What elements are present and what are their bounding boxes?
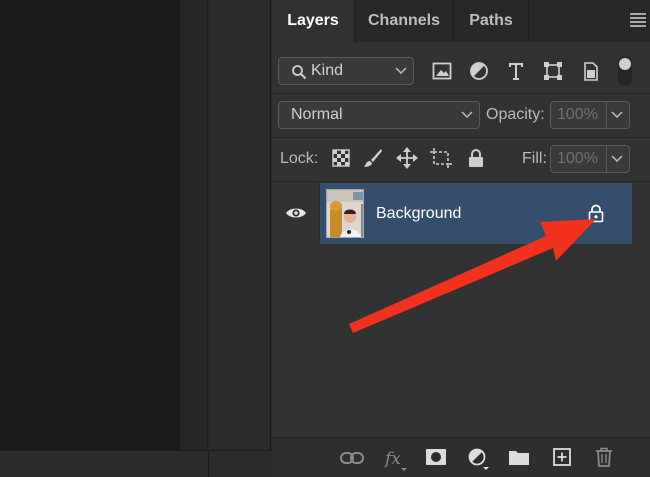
layers-panel-footer: fx — [272, 437, 650, 477]
lock-all-icon[interactable] — [468, 148, 484, 168]
panel-tabs: Layers Channels Paths — [272, 0, 650, 42]
fill-label: Fill: — [522, 150, 547, 167]
lock-label: Lock: — [280, 150, 319, 167]
panel-gutter — [209, 0, 271, 477]
shape-filter-icon[interactable] — [543, 61, 563, 81]
lock-image-pixels-brush-icon[interactable] — [363, 147, 383, 169]
tab-layers[interactable]: Layers — [272, 0, 354, 42]
chevron-down-icon — [461, 111, 473, 119]
layer-lock-icon[interactable] — [588, 204, 604, 223]
filter-kind-label: Kind — [311, 62, 344, 79]
canvas-edge — [180, 0, 208, 450]
eye-icon[interactable] — [285, 206, 307, 220]
link-layers-icon[interactable] — [340, 451, 364, 465]
opacity-field[interactable]: 100% — [550, 101, 630, 129]
trash-icon[interactable] — [595, 447, 613, 467]
search-icon — [292, 65, 307, 80]
layer-mask-icon[interactable] — [426, 449, 446, 465]
layers-panel: Layers Channels Paths Kind Normal Opacit… — [272, 0, 650, 477]
canvas-area[interactable] — [0, 0, 180, 450]
lock-position-move-icon[interactable] — [396, 147, 418, 169]
lock-transparent-pixels-icon[interactable] — [332, 149, 350, 167]
filter-toggle-switch[interactable] — [618, 56, 632, 86]
blend-mode-select[interactable]: Normal — [278, 101, 480, 129]
tab-channels[interactable]: Channels — [355, 0, 453, 42]
type-filter-icon[interactable] — [507, 61, 525, 81]
new-layer-icon[interactable] — [553, 448, 571, 466]
smart-object-filter-icon[interactable] — [583, 60, 599, 82]
layer-thumbnail — [326, 189, 364, 238]
layer-visibility-cell[interactable] — [272, 183, 320, 244]
opacity-label: Opacity: — [486, 106, 545, 123]
adjustment-layer-icon[interactable] — [468, 447, 492, 471]
filter-kind-select[interactable]: Kind — [278, 57, 414, 85]
opacity-value: 100% — [557, 106, 598, 123]
tab-paths[interactable]: Paths — [454, 0, 528, 42]
blend-mode-value: Normal — [291, 106, 343, 123]
image-filter-icon[interactable] — [432, 62, 452, 80]
adjustment-filter-icon[interactable] — [469, 61, 489, 81]
fill-field[interactable]: 100% — [550, 145, 630, 173]
bottom-status-strip — [0, 450, 272, 477]
layer-row[interactable]: Background — [320, 183, 632, 244]
opacity-chevron-icon[interactable] — [611, 110, 623, 120]
lock-artboard-icon[interactable] — [430, 148, 452, 168]
layer-name: Background — [376, 205, 462, 222]
fill-chevron-icon[interactable] — [611, 154, 623, 164]
layer-style-fx-icon[interactable]: fx — [384, 447, 408, 471]
group-folder-icon[interactable] — [509, 449, 529, 465]
svg-text:fx: fx — [384, 449, 401, 469]
fill-value: 100% — [557, 150, 598, 167]
panel-menu-icon[interactable] — [630, 13, 646, 27]
chevron-down-icon — [395, 67, 407, 75]
